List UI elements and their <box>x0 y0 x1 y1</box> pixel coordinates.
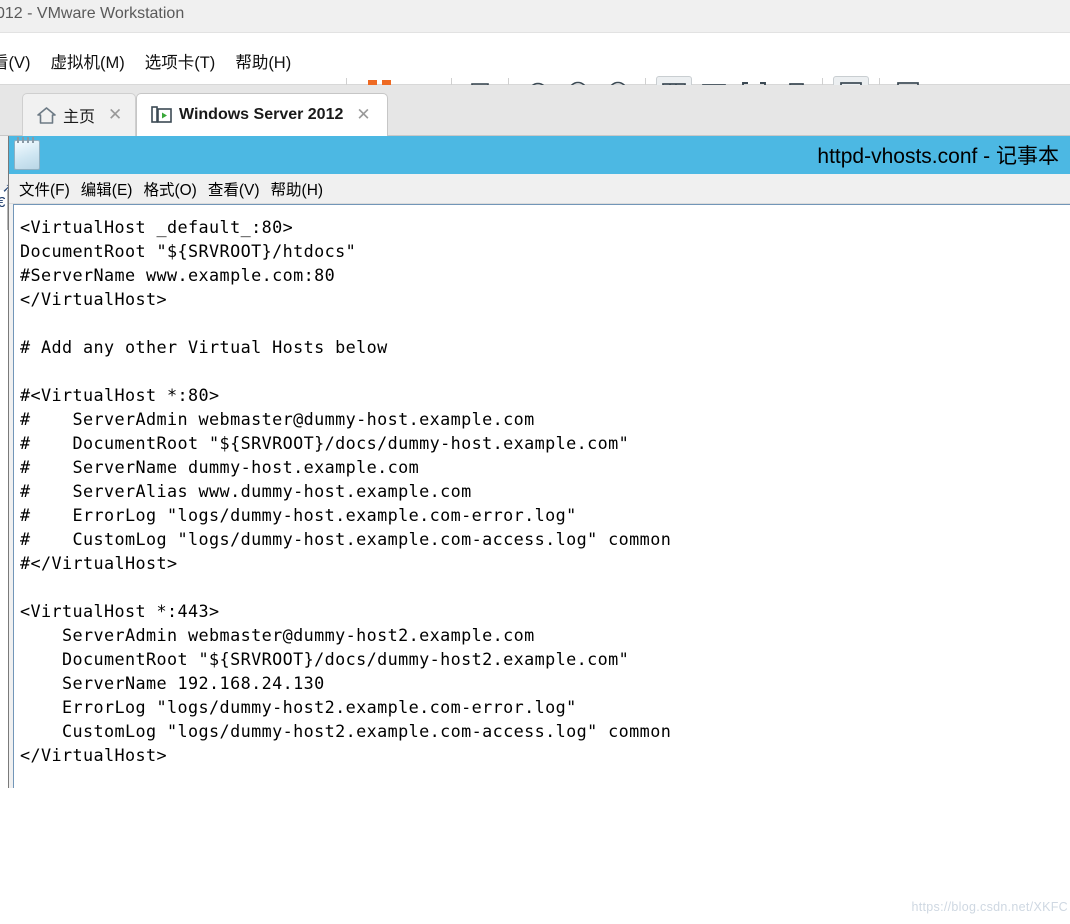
np-menu-file[interactable]: 文件(F) <box>19 178 70 200</box>
tab-windows-server-2012-label: Windows Server 2012 <box>179 106 344 123</box>
menu-help[interactable]: 帮助(H) <box>225 46 301 76</box>
menu-view[interactable]: 看(V) <box>0 46 41 76</box>
notepad-menu-bar: 文件(F) 编辑(E) 格式(O) 查看(V) 帮助(H) <box>9 174 1070 204</box>
notepad-title-text: httpd-vhosts.conf - 记事本 <box>817 145 1059 168</box>
np-menu-view[interactable]: 查看(V) <box>208 178 260 200</box>
np-menu-help[interactable]: 帮助(H) <box>271 178 324 200</box>
tab-windows-server-2012-close-icon[interactable]: ✕ <box>356 105 370 125</box>
window-title: 012 - VMware Workstation <box>0 5 185 22</box>
notepad-icon <box>14 137 40 170</box>
tab-windows-server-2012[interactable]: Windows Server 2012 ✕ <box>136 93 388 136</box>
home-icon <box>37 106 56 124</box>
guest-desktop-glyph-fragment: € <box>0 194 6 211</box>
notepad-text-content: <VirtualHost _default_:80> DocumentRoot … <box>20 217 672 765</box>
guest-desktop-background <box>0 788 1070 924</box>
menu-tabs[interactable]: 选项卡(T) <box>135 46 226 76</box>
np-menu-edit[interactable]: 编辑(E) <box>81 178 133 200</box>
tab-home-close-icon[interactable]: ✕ <box>108 105 122 125</box>
watermark: https://blog.csdn.net/XKFC <box>911 900 1068 914</box>
vmware-workstation-window: 012 - VMware Workstation 看(V) 虚拟机(M) 选项卡… <box>0 0 1070 924</box>
menu-vm[interactable]: 虚拟机(M) <box>41 46 135 76</box>
vmware-title-bar: 012 - VMware Workstation <box>0 0 1070 33</box>
tab-home[interactable]: 主页 ✕ <box>22 93 136 136</box>
vmware-menu-bar: 看(V) 虚拟机(M) 选项卡(T) 帮助(H) <box>0 33 1070 110</box>
np-menu-format[interactable]: 格式(O) <box>143 178 196 200</box>
vmware-tab-strip: 主页 ✕ Windows Server 2012 ✕ <box>0 85 1070 221</box>
menu-bar-items: 看(V) 虚拟机(M) 选项卡(T) 帮助(H) <box>0 46 301 76</box>
tab-home-label: 主页 <box>63 109 96 126</box>
vm-running-icon <box>151 105 172 123</box>
notepad-title-bar[interactable]: httpd-vhosts.conf - 记事本 <box>9 136 1070 174</box>
